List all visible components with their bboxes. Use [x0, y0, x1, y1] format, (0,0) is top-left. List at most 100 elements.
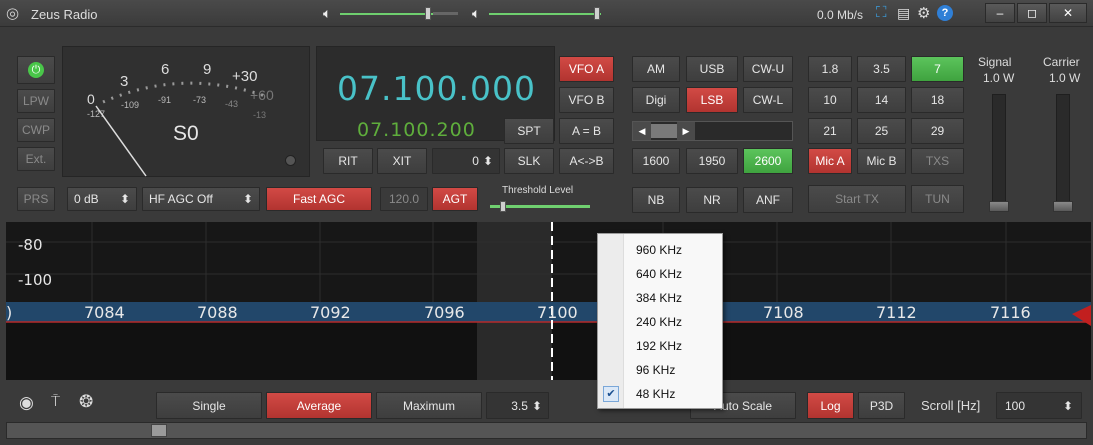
gain-select[interactable]: 0 dB ⬍ [67, 187, 137, 211]
threshold-slider-handle[interactable] [500, 201, 506, 212]
mic-b-button[interactable]: Mic B [857, 148, 906, 174]
mode-cwu-button[interactable]: CW-U [743, 56, 793, 82]
slk-button[interactable]: SLK [504, 148, 554, 174]
maximize-button[interactable]: ◻ [1017, 3, 1047, 23]
vfo-b-button[interactable]: VFO B [559, 87, 614, 113]
carrier-slider[interactable] [1053, 94, 1073, 212]
carrier-slider-handle[interactable] [1053, 201, 1073, 212]
band-18-button[interactable]: 18 [911, 87, 964, 113]
filter-1950-button[interactable]: 1950 [686, 148, 738, 174]
band-3-5-button[interactable]: 3.5 [857, 56, 906, 82]
average-spinbox[interactable]: 3.5 ⬍ [486, 392, 549, 419]
chevron-updown-icon: ⬍ [242, 192, 253, 206]
webcam-icon[interactable]: ◉ [19, 393, 34, 413]
anf-button[interactable]: ANF [743, 187, 793, 213]
checkmark-icon: ✔ [603, 386, 619, 402]
volume-slider-2-handle[interactable] [594, 7, 600, 20]
volume-slider-handle[interactable] [425, 7, 431, 20]
volume-slider-2[interactable] [489, 13, 601, 15]
txs-button[interactable]: TXS [911, 148, 964, 174]
fast-agc-button[interactable]: Fast AGC [266, 187, 372, 211]
fullscreen-icon[interactable]: ⛶ [876, 4, 887, 21]
filter-scrollbar[interactable]: ◀ ▶ [632, 121, 793, 141]
prs-button[interactable]: PRS [17, 187, 55, 211]
freq-label-7092: 7092 [310, 303, 351, 322]
start-tx-button[interactable]: Start TX [808, 185, 906, 213]
help-icon[interactable]: ? [937, 5, 953, 21]
spt-button[interactable]: SPT [504, 118, 554, 144]
a-swap-b-button[interactable]: A<->B [559, 148, 614, 174]
signal-slider[interactable] [989, 94, 1009, 212]
filter-1600-button[interactable]: 1600 [632, 148, 680, 174]
spin-arrows-icon: ⬍ [531, 398, 542, 413]
mode-lsb-button[interactable]: LSB [686, 87, 738, 113]
app-logo-icon: ◎ [6, 5, 20, 22]
average-value: 3.5 [511, 398, 528, 413]
xit-button[interactable]: XIT [377, 148, 427, 174]
mic-a-button[interactable]: Mic A [808, 148, 852, 174]
network-icon[interactable]: ❂ [79, 392, 93, 412]
vfo-main-frequency[interactable]: 07.100.000 [337, 69, 536, 108]
spectrum-display[interactable]: -80 -100 [6, 222, 1091, 380]
spin-arrows-icon: ⬍ [482, 154, 493, 168]
vfo-sub-frequency[interactable]: 07.100.200 [357, 119, 476, 141]
signal-value: 1.0 W [983, 71, 1015, 85]
log-button[interactable]: Log [807, 392, 854, 419]
a-equals-b-button[interactable]: A = B [559, 118, 614, 144]
single-button[interactable]: Single [156, 392, 262, 419]
agc-value-field[interactable]: 120.0 [380, 187, 428, 211]
nb-button[interactable]: NB [632, 187, 680, 213]
filter-scroll-thumb[interactable] [651, 124, 677, 138]
power-button[interactable]: ⏻ [17, 56, 55, 84]
signal-slider-handle[interactable] [989, 201, 1009, 212]
menu-item-96khz[interactable]: 96 KHz [598, 358, 722, 382]
horizontal-scrollbar[interactable] [6, 422, 1087, 439]
gear-icon[interactable]: ⚙ [917, 4, 930, 22]
menu-item-640khz[interactable]: 640 KHz [598, 262, 722, 286]
mode-cwl-button[interactable]: CW-L [743, 87, 793, 113]
minimize-button[interactable]: – [985, 3, 1015, 23]
agt-button[interactable]: AGT [432, 187, 478, 211]
threshold-label: Threshold Level [502, 185, 574, 196]
band-10-button[interactable]: 10 [808, 87, 852, 113]
tun-button[interactable]: TUN [911, 185, 964, 213]
menu-item-192khz[interactable]: 192 KHz [598, 334, 722, 358]
lpw-button[interactable]: LPW [17, 89, 55, 113]
band-29-button[interactable]: 29 [911, 118, 964, 144]
average-button[interactable]: Average [266, 392, 372, 419]
scroll-select[interactable]: 100 ⬍ [996, 392, 1082, 419]
speaker-icon: 🔈︎ [323, 5, 332, 21]
offset-spinbox[interactable]: 0 ⬍ [432, 148, 500, 174]
band-7-button[interactable]: 7 [911, 56, 964, 82]
horizontal-scroll-thumb[interactable] [151, 424, 167, 437]
freq-label-7100: 7100 [537, 303, 578, 322]
vfo-a-button[interactable]: VFO A [559, 56, 614, 82]
scroll-right-icon[interactable]: ▶ [677, 122, 695, 140]
cwp-button[interactable]: CWP [17, 118, 55, 142]
filter-2600-button[interactable]: 2600 [743, 148, 793, 174]
freq-label-7096: 7096 [424, 303, 465, 322]
agc-select[interactable]: HF AGC Off ⬍ [142, 187, 260, 211]
menu-item-240khz[interactable]: 240 KHz [598, 310, 722, 334]
mode-usb-button[interactable]: USB [686, 56, 738, 82]
band-25-button[interactable]: 25 [857, 118, 906, 144]
nr-button[interactable]: NR [686, 187, 738, 213]
folder-icon[interactable]: ▤ [897, 5, 910, 22]
mode-digi-button[interactable]: Digi [632, 87, 680, 113]
scroll-left-icon[interactable]: ◀ [633, 122, 651, 140]
zeus-radio-window: ◎ Zeus Radio 🔈︎ 🔈︎ 0.0 Mb/s ⛶ ▤ ⚙ ? – ◻ … [0, 0, 1093, 445]
mode-am-button[interactable]: AM [632, 56, 680, 82]
band-21-button[interactable]: 21 [808, 118, 852, 144]
menu-item-960khz[interactable]: 960 KHz [598, 238, 722, 262]
antenna-icon[interactable]: ⍑ [51, 393, 60, 410]
chevron-updown-icon: ⬍ [1062, 398, 1073, 413]
data-rate: 0.0 Mb/s [817, 8, 864, 22]
p3d-button[interactable]: P3D [858, 392, 905, 419]
band-14-button[interactable]: 14 [857, 87, 906, 113]
close-button[interactable]: ✕ [1049, 3, 1087, 23]
band-1-8-button[interactable]: 1.8 [808, 56, 852, 82]
rit-button[interactable]: RIT [323, 148, 373, 174]
menu-item-384khz[interactable]: 384 KHz [598, 286, 722, 310]
maximum-button[interactable]: Maximum [376, 392, 482, 419]
ext-button[interactable]: Ext. [17, 147, 55, 171]
